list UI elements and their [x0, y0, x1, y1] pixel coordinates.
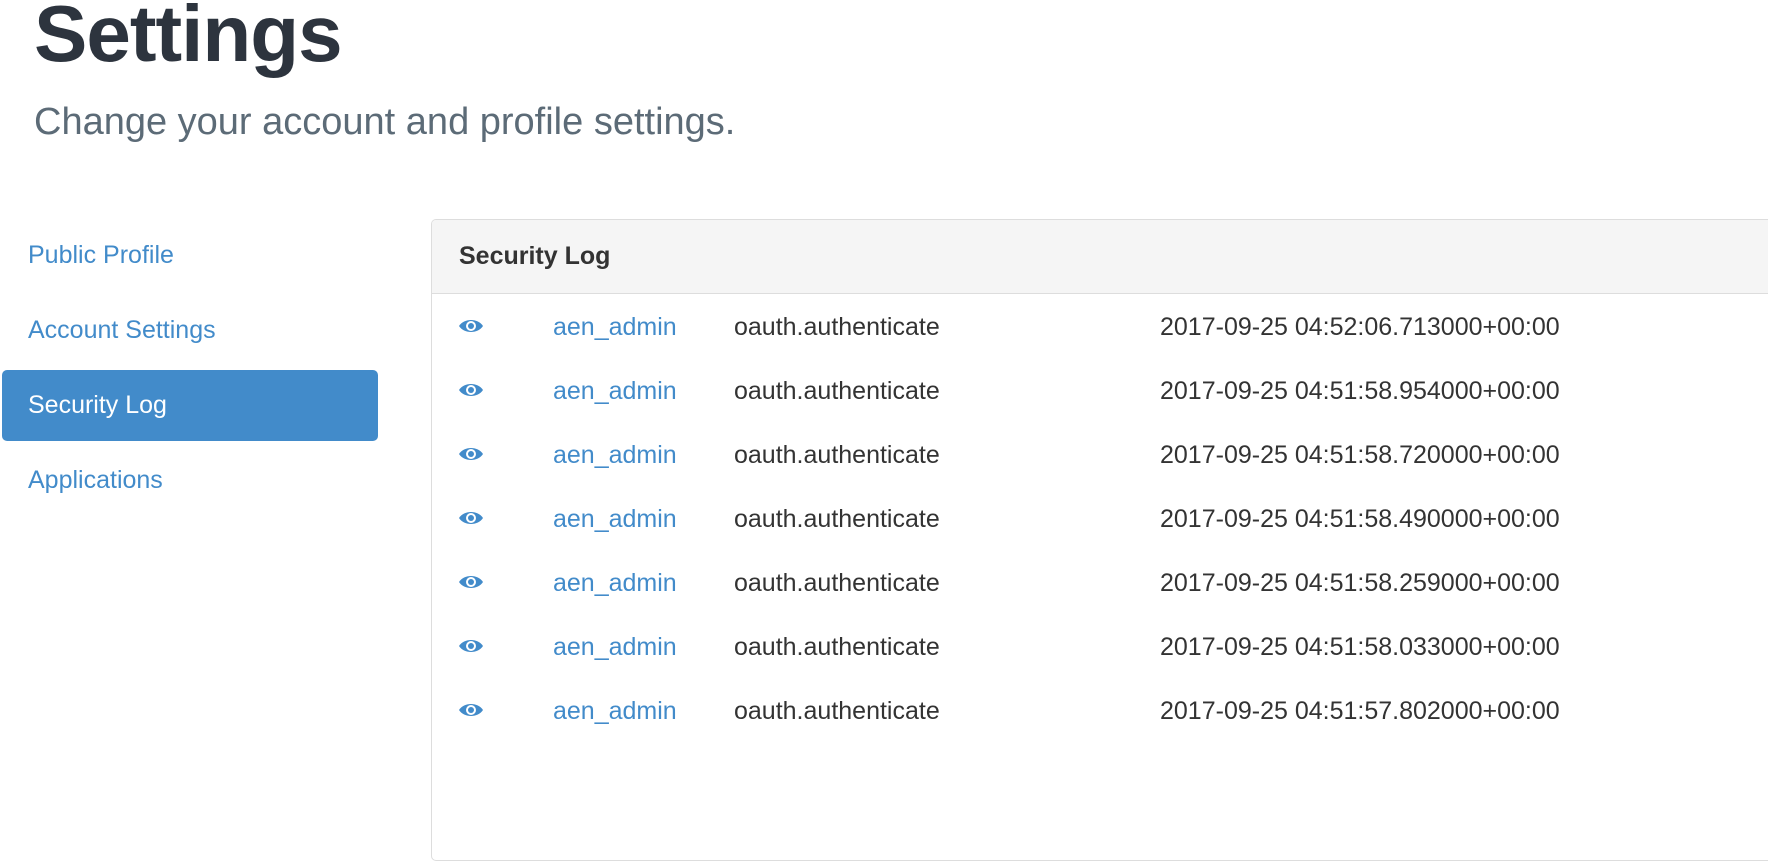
log-timestamp: 2017-09-25 04:51:58.720000+00:00 [1160, 441, 1560, 469]
log-row: aen_admin oauth.authenticate 2017-09-25 … [432, 358, 1768, 422]
log-timestamp: 2017-09-25 04:51:58.033000+00:00 [1160, 633, 1560, 661]
eye-icon[interactable] [458, 572, 484, 592]
log-row: aen_admin oauth.authenticate 2017-09-25 … [432, 614, 1768, 678]
panel-heading: Security Log [432, 220, 1768, 294]
log-user-link[interactable]: aen_admin [553, 294, 677, 360]
security-log-panel: Security Log aen_admin oauth.authenticat… [431, 219, 1768, 861]
eye-icon[interactable] [458, 508, 484, 528]
settings-sidebar: Public Profile Account Settings Security… [2, 220, 378, 520]
log-action: oauth.authenticate [734, 377, 940, 405]
sidebar-item-public-profile[interactable]: Public Profile [2, 220, 378, 291]
eye-icon[interactable] [458, 380, 484, 400]
log-action: oauth.authenticate [734, 313, 940, 341]
log-timestamp: 2017-09-25 04:51:58.259000+00:00 [1160, 569, 1560, 597]
log-action: oauth.authenticate [734, 505, 940, 533]
security-log-list: aen_admin oauth.authenticate 2017-09-25 … [432, 294, 1768, 742]
eye-icon[interactable] [458, 444, 484, 464]
eye-icon[interactable] [458, 636, 484, 656]
log-row: aen_admin oauth.authenticate 2017-09-25 … [432, 422, 1768, 486]
log-row: aen_admin oauth.authenticate 2017-09-25 … [432, 294, 1768, 358]
log-timestamp: 2017-09-25 04:51:58.954000+00:00 [1160, 377, 1560, 405]
page-subtitle: Change your account and profile settings… [34, 101, 736, 143]
log-user-link[interactable]: aen_admin [553, 614, 677, 680]
log-timestamp: 2017-09-25 04:51:58.490000+00:00 [1160, 505, 1560, 533]
log-action: oauth.authenticate [734, 569, 940, 597]
log-action: oauth.authenticate [734, 441, 940, 469]
log-timestamp: 2017-09-25 04:52:06.713000+00:00 [1160, 313, 1560, 341]
log-action: oauth.authenticate [734, 697, 940, 725]
log-user-link[interactable]: aen_admin [553, 678, 677, 744]
log-user-link[interactable]: aen_admin [553, 550, 677, 616]
eye-icon[interactable] [458, 700, 484, 720]
log-user-link[interactable]: aen_admin [553, 358, 677, 424]
log-action: oauth.authenticate [734, 633, 940, 661]
log-user-link[interactable]: aen_admin [553, 422, 677, 488]
eye-icon[interactable] [458, 316, 484, 336]
log-user-link[interactable]: aen_admin [553, 486, 677, 552]
log-timestamp: 2017-09-25 04:51:57.802000+00:00 [1160, 697, 1560, 725]
log-row: aen_admin oauth.authenticate 2017-09-25 … [432, 678, 1768, 742]
log-row: aen_admin oauth.authenticate 2017-09-25 … [432, 486, 1768, 550]
sidebar-item-account-settings[interactable]: Account Settings [2, 295, 378, 366]
sidebar-item-security-log[interactable]: Security Log [2, 370, 378, 441]
sidebar-item-applications[interactable]: Applications [2, 445, 378, 516]
page-title: Settings [34, 0, 343, 78]
log-row: aen_admin oauth.authenticate 2017-09-25 … [432, 550, 1768, 614]
